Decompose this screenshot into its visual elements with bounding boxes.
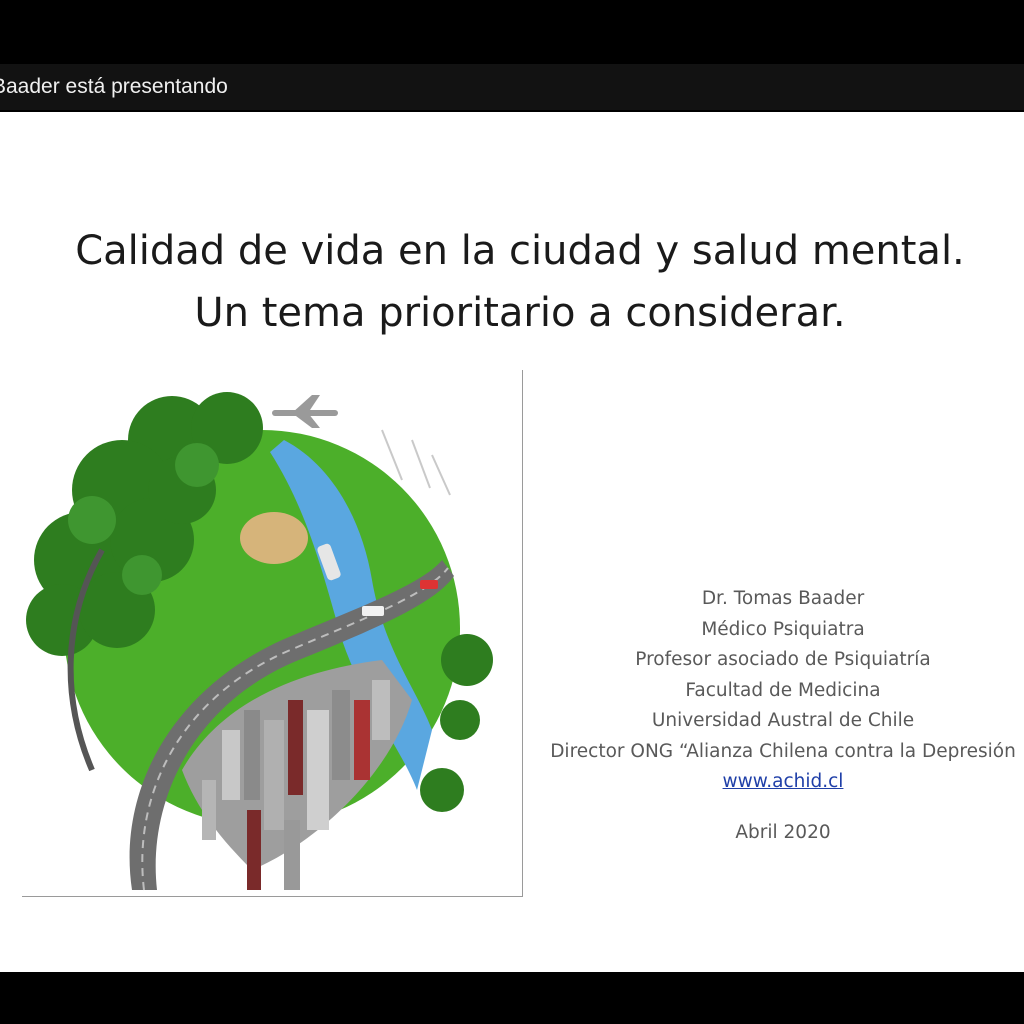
author-name: Dr. Tomas Baader (701, 588, 865, 609)
presenter-banner-text: Baader está presentando (0, 75, 228, 98)
slide-title-line-1: Calidad de vida en la ciudad y salud men… (75, 228, 965, 274)
author-director: Director ONG “Alianza Chilena contra la … (550, 740, 1016, 762)
globe-vehicle (362, 606, 384, 616)
website-link[interactable]: www.achid.cl (528, 767, 1024, 798)
author-position: Profesor asociado de Psiquiatría (635, 649, 931, 670)
top-letterbox (0, 0, 1024, 64)
author-faculty: Facultad de Medicina (685, 679, 881, 701)
slide-title-line-2: Un tema prioritario a considerar. (194, 290, 846, 336)
slide-date: Abril 2020 (735, 821, 831, 843)
globe-sand-clearing (240, 512, 308, 564)
author-university: Universidad Austral de Chile (651, 710, 915, 731)
author-role: Médico Psiquiatra (701, 618, 865, 640)
globe-airplane (272, 395, 338, 428)
bottom-letterbox (0, 972, 1024, 1024)
slide-title: Calidad de vida en la ciudad y salud men… (0, 220, 1024, 344)
globe-illustration-graphic (26, 392, 493, 891)
presenter-banner: Baader está presentando (0, 64, 1024, 110)
credits-spacer (528, 798, 1024, 818)
globe-illustration (22, 370, 523, 897)
presentation-slide: Calidad de vida en la ciudad y salud men… (0, 112, 1024, 972)
author-credits: Dr. Tomas Baader Médico Psiquiatra Profe… (528, 584, 1024, 848)
